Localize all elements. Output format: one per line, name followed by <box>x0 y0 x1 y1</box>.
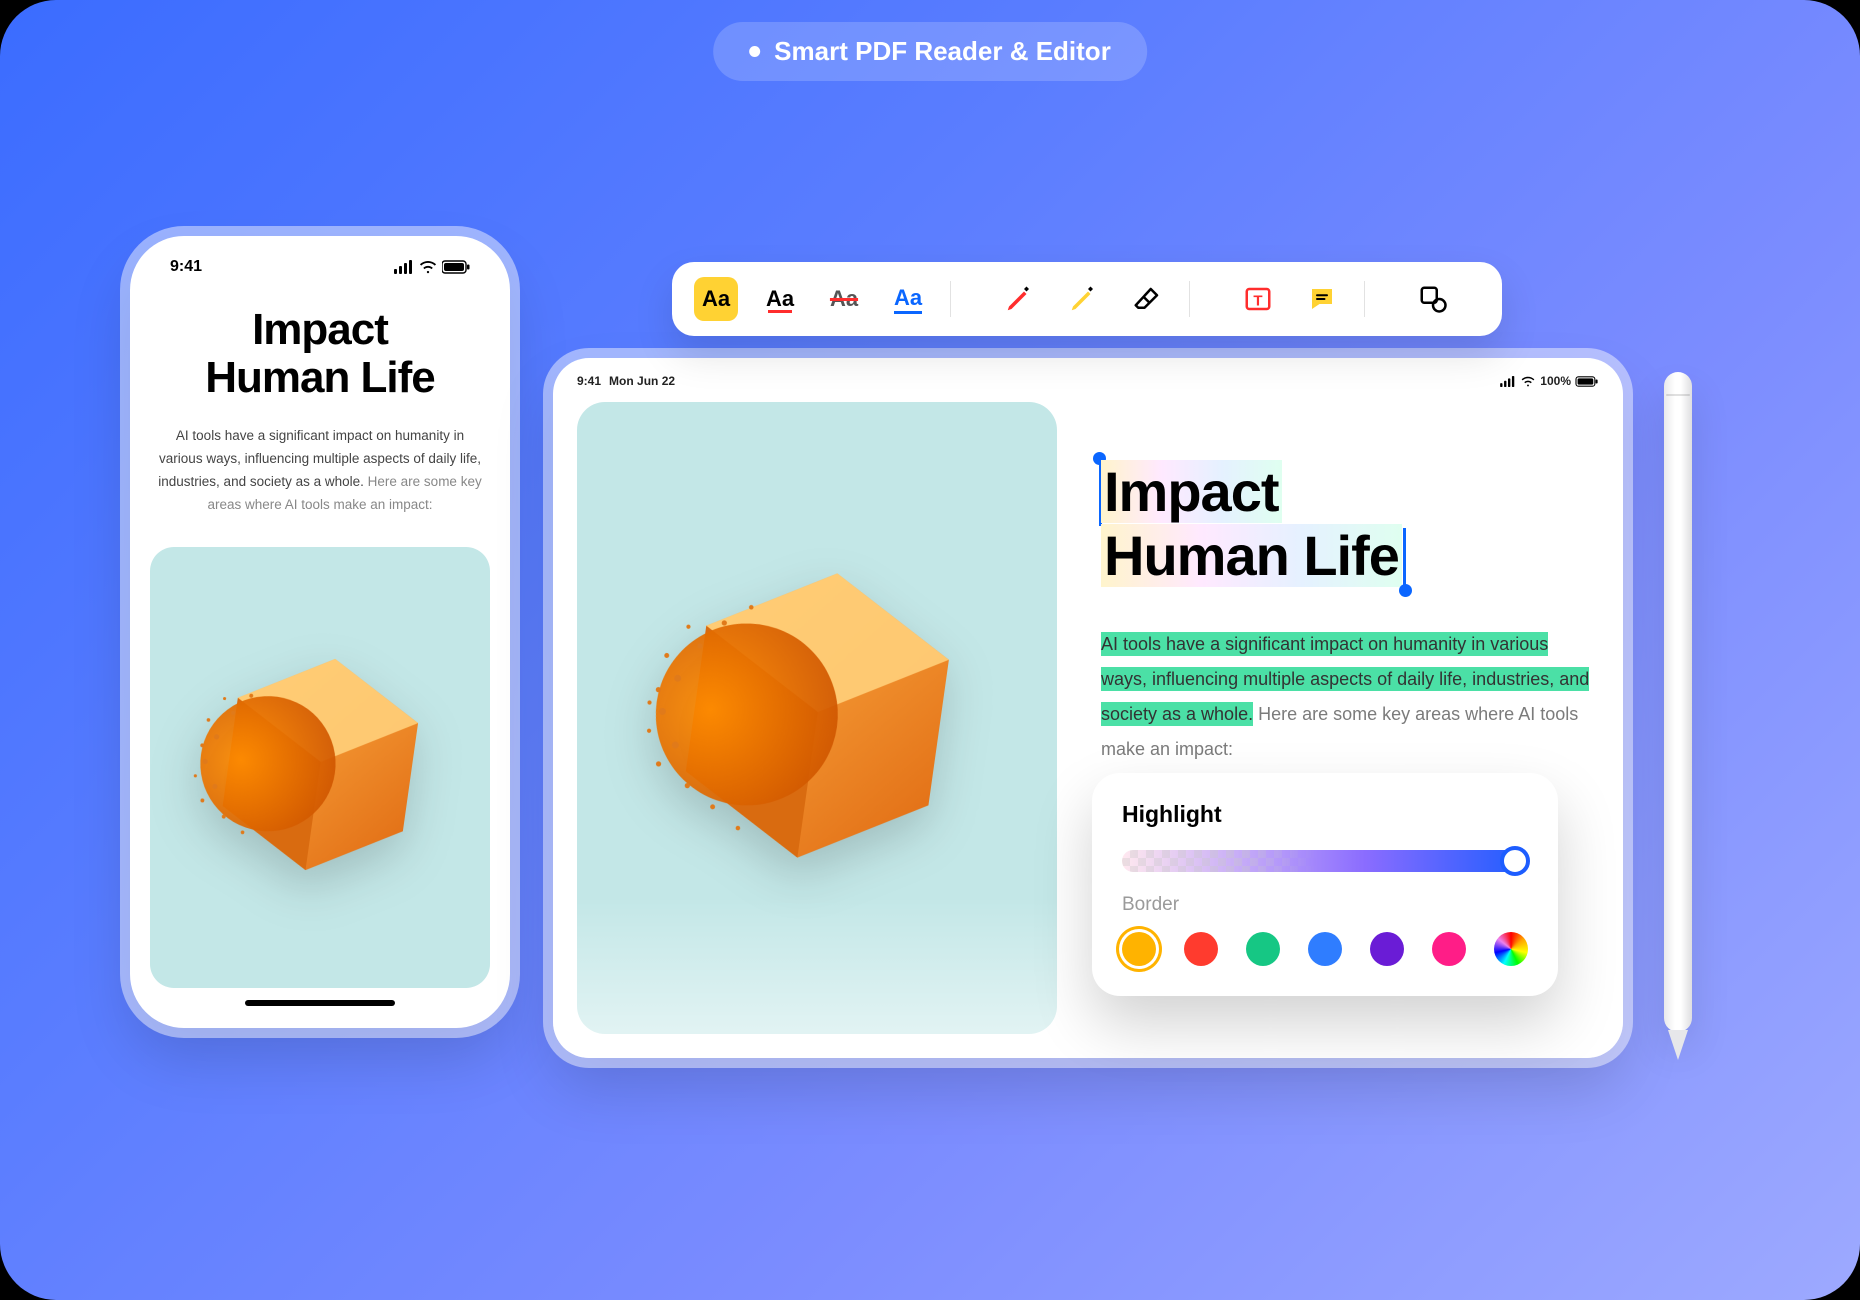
battery-icon <box>1575 376 1599 387</box>
pen-yellow-tool[interactable] <box>1061 277 1105 321</box>
phone-document-image <box>150 547 490 988</box>
app-badge: Smart PDF Reader & Editor <box>713 22 1147 81</box>
signal-icon <box>394 260 414 274</box>
textbox-tool[interactable]: T <box>1236 277 1280 321</box>
color-swatch-pink[interactable] <box>1432 932 1466 966</box>
phone-title-line1: Impact <box>150 306 490 354</box>
note-icon <box>1307 284 1337 314</box>
toolbar-divider <box>1364 281 1365 317</box>
eraser-tool[interactable] <box>1125 277 1169 321</box>
hexagon-illustration <box>619 518 1015 918</box>
document-paragraph[interactable]: AI tools have a significant impact on hu… <box>1101 627 1599 767</box>
pen-red-tool[interactable] <box>997 277 1041 321</box>
panel-title: Highlight <box>1122 801 1528 828</box>
color-swatch-red[interactable] <box>1184 932 1218 966</box>
opacity-slider[interactable] <box>1122 850 1528 872</box>
badge-dot-icon <box>749 46 760 57</box>
stylus-pencil <box>1664 372 1692 1032</box>
hexagon-illustration <box>173 618 467 917</box>
color-swatch-purple[interactable] <box>1370 932 1404 966</box>
selection-handle-end[interactable] <box>1399 584 1412 597</box>
tablet-status-bar: 9:41 Mon Jun 22 100% <box>577 374 1599 388</box>
selection-caret-end[interactable] <box>1403 528 1406 590</box>
signal-icon <box>1500 376 1516 387</box>
title-line1: Impact <box>1101 460 1282 523</box>
shapes-tool[interactable] <box>1411 277 1455 321</box>
phone-mockup: 9:41 Impact Human Life AI tools have a s… <box>130 236 510 1028</box>
underline-label: Aa <box>766 286 794 312</box>
phone-status-bar: 9:41 <box>150 258 490 276</box>
battery-icon <box>442 260 470 274</box>
eraser-icon <box>1132 284 1162 314</box>
phone-document-body: AI tools have a significant impact on hu… <box>150 425 490 517</box>
wifi-icon <box>1520 376 1536 387</box>
color-swatch-custom[interactable] <box>1494 932 1528 966</box>
toolbar-divider <box>1189 281 1190 317</box>
tablet-battery-label: 100% <box>1540 374 1571 388</box>
tablet-time: 9:41 <box>577 374 601 388</box>
slider-thumb[interactable] <box>1500 846 1530 876</box>
home-indicator <box>245 1000 395 1006</box>
tablet-status-icons: 100% <box>1500 374 1599 388</box>
highlight-label: Aa <box>702 286 730 312</box>
color-swatch-blue[interactable] <box>1308 932 1342 966</box>
phone-document-title: Impact Human Life <box>150 306 490 403</box>
underline-tool[interactable]: Aa <box>758 277 802 321</box>
border-label: Border <box>1122 894 1528 916</box>
tablet-document-image <box>577 402 1057 1034</box>
note-tool[interactable] <box>1300 277 1344 321</box>
phone-title-line2: Human Life <box>150 354 490 402</box>
toolbar-divider <box>950 281 951 317</box>
title-line2: Human Life <box>1101 524 1402 587</box>
phone-time: 9:41 <box>170 258 202 276</box>
wifi-icon <box>418 260 438 274</box>
color-swatch-green[interactable] <box>1246 932 1280 966</box>
strike-label: Aa <box>830 286 858 312</box>
strikethrough-tool[interactable]: Aa <box>822 277 866 321</box>
shapes-icon <box>1418 284 1448 314</box>
phone-status-icons <box>394 260 470 274</box>
highlight-tool[interactable]: Aa <box>694 277 738 321</box>
tablet-date: Mon Jun 22 <box>609 374 675 388</box>
squiggly-tool[interactable]: Aa <box>886 277 930 321</box>
pen-icon <box>1068 284 1098 314</box>
annotation-toolbar: Aa Aa Aa Aa T <box>672 262 1502 336</box>
color-swatches <box>1122 932 1528 966</box>
color-swatch-yellow[interactable] <box>1122 932 1156 966</box>
textbox-icon: T <box>1243 284 1273 314</box>
svg-text:T: T <box>1253 292 1262 309</box>
promo-canvas: Smart PDF Reader & Editor 9:41 Impact Hu… <box>0 0 1860 1300</box>
pen-icon <box>1004 284 1034 314</box>
squiggly-label: Aa <box>894 285 922 314</box>
highlight-panel: Highlight Border <box>1092 773 1558 996</box>
text-selection[interactable]: Impact Human Life <box>1101 460 1402 589</box>
badge-label: Smart PDF Reader & Editor <box>774 36 1111 67</box>
